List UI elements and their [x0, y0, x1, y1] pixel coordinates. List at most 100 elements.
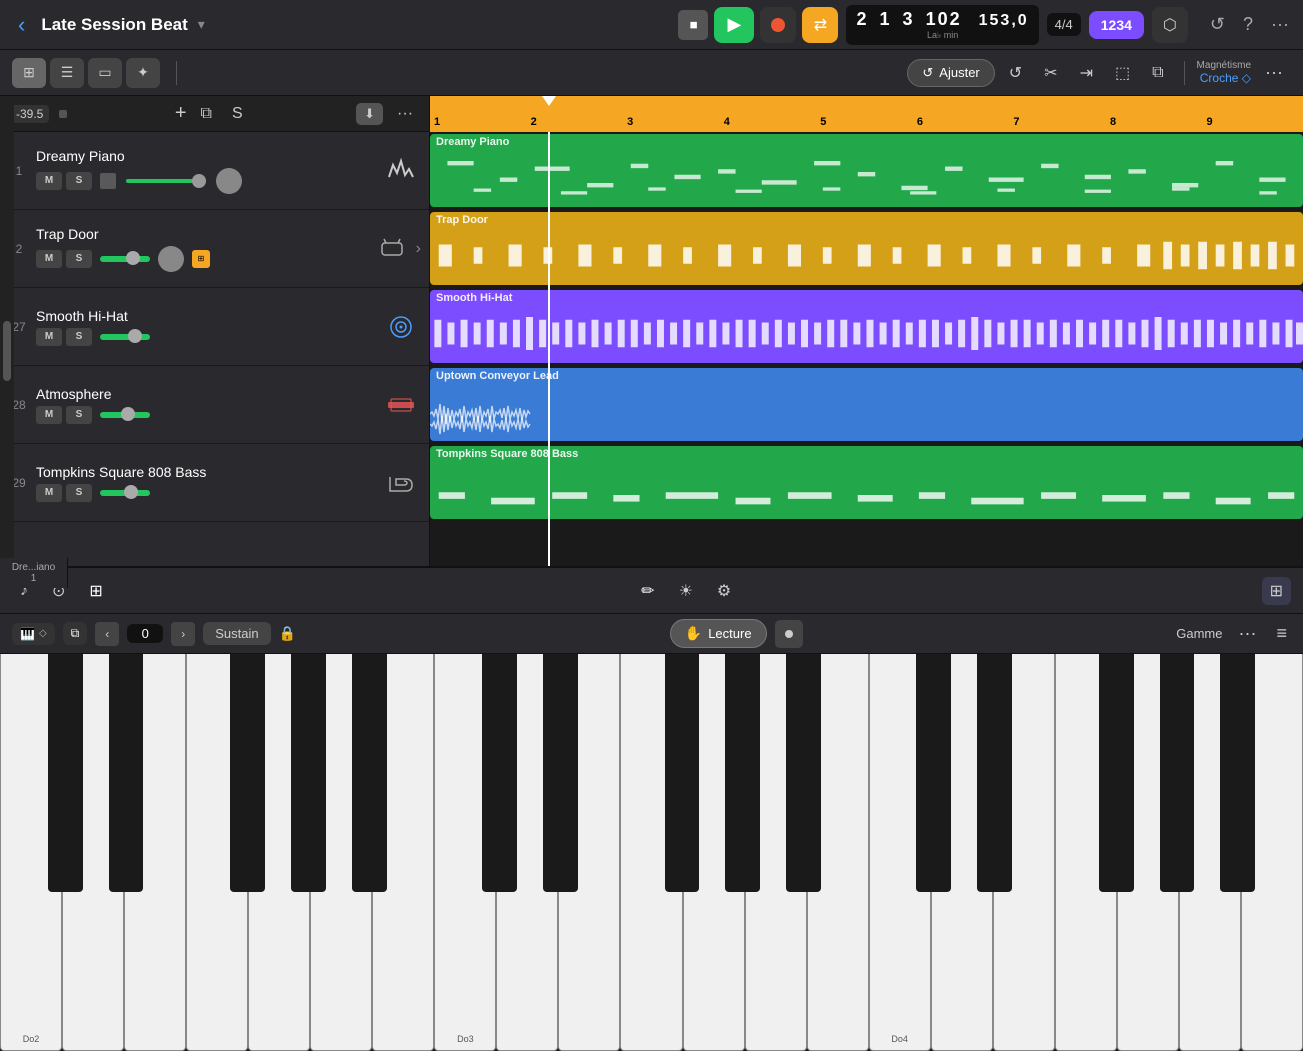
download-button[interactable]: ⬇ [356, 103, 383, 125]
s-label-button[interactable]: S [226, 103, 249, 125]
list-view-button[interactable]: ☰ [50, 58, 84, 88]
track-27-solo-button[interactable]: S [66, 328, 92, 346]
piano-keyboard: Do2 [0, 654, 1303, 1051]
track-more-button[interactable]: ··· [391, 103, 419, 125]
key-cs4[interactable] [916, 654, 951, 892]
key-as3[interactable] [786, 654, 821, 892]
clip-dreamy-piano[interactable]: Dreamy Piano [430, 134, 1303, 207]
key-ds3[interactable] [543, 654, 578, 892]
key-gs3[interactable] [725, 654, 760, 892]
back-button[interactable]: ‹ [10, 8, 33, 42]
key-as2[interactable] [352, 654, 387, 892]
split-button[interactable]: ⧉ [63, 622, 88, 645]
magnet-value[interactable]: Croche ◇ [1200, 71, 1251, 85]
key-as4[interactable] [1220, 654, 1255, 892]
ruler-mark-4: 4 [722, 96, 819, 132]
transport-controls: ■ ▶ ⇄ [678, 7, 838, 43]
track-28-mute-button[interactable]: M [36, 406, 62, 424]
ruler: 1 2 3 4 5 6 7 8 9 [430, 96, 1303, 132]
record-button[interactable] [760, 7, 796, 43]
toolbar-sep2 [1184, 61, 1185, 85]
track-lane-1[interactable]: Dreamy Piano [430, 132, 1303, 210]
pencil-tool-button[interactable]: ✏ [633, 577, 662, 605]
track-29-mute-button[interactable]: M [36, 484, 62, 502]
cut-tool-button[interactable]: ✂ [1036, 59, 1065, 87]
copy-tool-button[interactable]: ⧉ [1144, 60, 1171, 86]
position-sub-beat: 3 [903, 9, 915, 29]
track-1-solo-button[interactable]: S [66, 172, 92, 190]
help-button[interactable]: ? [1239, 10, 1257, 39]
undo-tool-button[interactable]: ↺ [1001, 59, 1030, 87]
clip-808-bass[interactable]: Tompkins Square 808 Bass [430, 446, 1303, 519]
clip-smooth-hihat[interactable]: Smooth Hi-Hat [430, 290, 1303, 363]
octave-display: 0 [127, 624, 163, 643]
lecture-button[interactable]: ✋ Lecture [670, 619, 767, 648]
toolbar-separator [176, 61, 177, 85]
key-cs3[interactable] [482, 654, 517, 892]
loop-tool-button[interactable]: ⬚ [1107, 59, 1138, 87]
play-button[interactable]: ▶ [714, 7, 754, 43]
sustain-button[interactable]: Sustain [203, 622, 270, 645]
track-2-pan[interactable] [158, 246, 184, 272]
piano-icon-display: 🎹◇ [12, 623, 55, 645]
history-button[interactable]: ↺ [1206, 10, 1229, 39]
track-2-solo-button[interactable]: S [66, 250, 92, 268]
waveform-view-button[interactable]: ▭ [88, 58, 122, 88]
sun-tool-button[interactable]: ☀ [671, 577, 701, 605]
gamme-button[interactable]: Gamme [1176, 626, 1222, 641]
trim-tool-button[interactable]: ⇥ [1072, 59, 1101, 87]
key-gs4[interactable] [1160, 654, 1195, 892]
toolbar-more-button[interactable]: ··· [1257, 58, 1291, 87]
stop-button[interactable]: ■ [678, 10, 708, 40]
eq-tool-button[interactable]: ⚙ [709, 577, 739, 605]
clip-trap-door[interactable]: Trap Door [430, 212, 1303, 285]
grid-view-button[interactable]: ⊞ [12, 58, 46, 88]
track-1-fader[interactable] [126, 179, 206, 183]
track-1-pan[interactable] [216, 168, 242, 194]
loop-region-button[interactable]: ⧉ [195, 103, 218, 125]
track-lane-28[interactable]: Uptown Conveyor Lead [430, 366, 1303, 444]
track-28-solo-button[interactable]: S [66, 406, 92, 424]
piano-lines-button[interactable]: ≡ [1272, 619, 1291, 648]
octave-prev-button[interactable]: ‹ [95, 622, 119, 646]
key-fs3[interactable] [665, 654, 700, 892]
track-2-mute-button[interactable]: M [36, 250, 62, 268]
clip-atmosphere[interactable]: Uptown Conveyor Lead [430, 368, 1303, 441]
pencil-view-button[interactable]: ✦ [126, 58, 160, 88]
track-lane-2[interactable]: Trap Door [430, 210, 1303, 288]
piano-keys-button[interactable]: ⊞ [81, 577, 110, 605]
sustain-label: Sustain [215, 626, 258, 641]
key-gs2[interactable] [291, 654, 326, 892]
key-cs2[interactable] [48, 654, 83, 892]
key-fs2[interactable] [230, 654, 265, 892]
track-27-mute-button[interactable]: M [36, 328, 62, 346]
mini-label-num: 1 [4, 573, 63, 584]
add-track-button[interactable]: + [175, 102, 187, 125]
grid-tool-button[interactable]: ⊞ [1262, 577, 1291, 605]
scroll-indicator [0, 96, 14, 566]
octave-next-button[interactable]: › [171, 622, 195, 646]
track-info-1: Dreamy Piano M S [30, 144, 381, 198]
track-lane-29[interactable]: Tompkins Square 808 Bass [430, 444, 1303, 522]
track-1-mute-button[interactable]: M [36, 172, 62, 190]
piano-more-button[interactable]: ··· [1231, 619, 1265, 648]
key-ds4[interactable] [977, 654, 1012, 892]
track-controls-27: M S [36, 328, 375, 346]
key-ds2[interactable] [109, 654, 144, 892]
clip-trap-door-content [430, 228, 1303, 283]
track-29-solo-button[interactable]: S [66, 484, 92, 502]
note-dot-icon [785, 630, 793, 638]
note-button[interactable]: 1234 [1089, 11, 1144, 39]
note-small-button[interactable] [775, 620, 803, 648]
more-options-button[interactable]: ··· [1267, 10, 1293, 39]
key-fs4[interactable] [1099, 654, 1134, 892]
metronome-button[interactable]: ⬡ [1152, 7, 1188, 43]
clip-smooth-hihat-content [430, 306, 1303, 361]
track-2-expand[interactable]: › [416, 240, 421, 258]
track-lane-27[interactable]: Smooth Hi-Hat [430, 288, 1303, 366]
ajuster-icon: ↺ [922, 65, 933, 81]
scroll-pill[interactable] [3, 321, 11, 381]
track-controls-28: M S [36, 406, 375, 424]
loop-button[interactable]: ⇄ [802, 7, 838, 43]
ajuster-button[interactable]: ↺ Ajuster [907, 59, 994, 87]
